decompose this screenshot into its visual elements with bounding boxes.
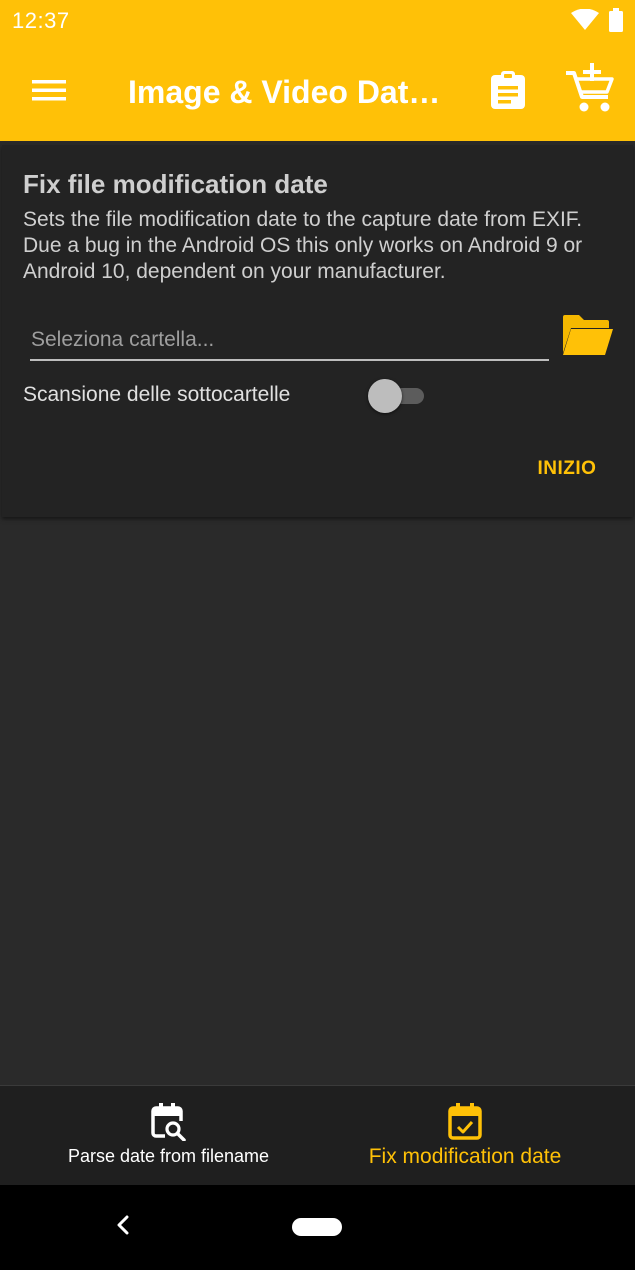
clipboard-icon: [491, 70, 525, 114]
toggle-thumb: [368, 379, 402, 413]
calendar-search-icon: [149, 1102, 189, 1142]
calendar-check-icon: [445, 1102, 485, 1142]
wifi-icon: [571, 8, 599, 36]
folder-open-icon: [563, 314, 613, 360]
status-bar: 12:37: [0, 0, 635, 44]
menu-button[interactable]: [24, 70, 74, 114]
folder-input[interactable]: [30, 325, 549, 361]
status-icons: [571, 7, 623, 37]
app-bar: Image & Video Date Fixer: [0, 44, 635, 141]
nav-label-fix-date: Fix modification date: [368, 1145, 562, 1168]
start-button[interactable]: INIZIO: [522, 449, 612, 489]
nav-label-parse-date: Parse date from filename: [67, 1146, 270, 1166]
card-title: Fix file modification date: [23, 169, 328, 199]
add-to-cart-icon: [564, 62, 616, 120]
card-description: Sets the file modification date to the c…: [23, 208, 583, 283]
menu-icon: [32, 78, 66, 107]
fix-date-card: Fix file modification date Sets the file…: [2, 145, 633, 517]
nav-item-parse-date[interactable]: Parse date from filename: [0, 1086, 337, 1186]
status-time: 12:37: [12, 8, 70, 33]
bottom-navigation: Parse date from filename Fix modificatio…: [0, 1085, 635, 1186]
nav-item-fix-date[interactable]: Fix modification date: [310, 1086, 620, 1186]
add-to-cart-button[interactable]: [560, 62, 620, 120]
battery-icon: [609, 7, 623, 37]
back-chevron-icon: [116, 1215, 130, 1240]
subfolder-label: Scansione delle sottocartelle: [23, 383, 291, 406]
app-screen: 12:37 Image & Video Date Fixer: [0, 0, 635, 1270]
subfolder-toggle[interactable]: [368, 379, 426, 413]
app-title: Image & Video Date Fixer: [128, 74, 446, 110]
clipboard-button[interactable]: [484, 70, 532, 114]
system-navigation-bar: [0, 1185, 635, 1270]
back-button[interactable]: [106, 1207, 140, 1247]
select-folder-button[interactable]: [560, 313, 616, 361]
home-pill[interactable]: [292, 1218, 342, 1236]
